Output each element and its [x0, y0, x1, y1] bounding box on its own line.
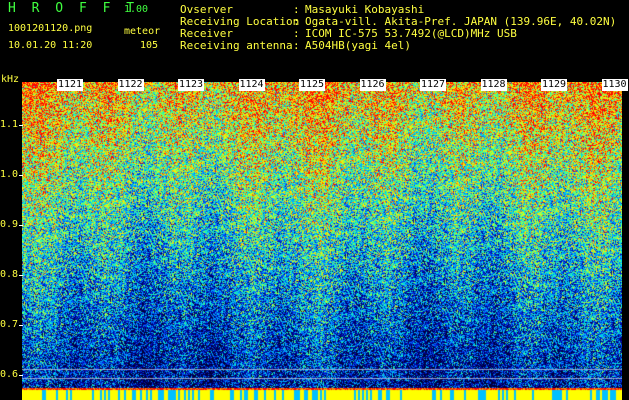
frequency-tick-label: 1.1 [0, 119, 19, 130]
info-value: A504HB(yagi 4el) [305, 39, 411, 52]
info-key: Receiving antenna [180, 39, 293, 52]
minute-label: 1121 [57, 79, 84, 91]
spectrogram-image [22, 82, 622, 400]
minute-label: 1130 [601, 79, 628, 91]
frequency-tick-label: 0.7 [0, 319, 19, 330]
frequency-tick-mark [19, 125, 23, 126]
minute-label: 1128 [480, 79, 507, 91]
minute-label: 1125 [299, 79, 326, 91]
date-time: 10.01.20 11:20 [8, 40, 93, 51]
file-name: 1001201120.png [8, 23, 93, 34]
frequency-tick-label: 0.6 [0, 369, 19, 380]
spectrogram-panel [22, 82, 622, 400]
minute-label: 1123 [178, 79, 205, 91]
frequency-tick-label: 1.0 [0, 169, 19, 180]
frequency-tick-label: 0.9 [0, 219, 19, 230]
frequency-tick-label: 0.8 [0, 269, 19, 280]
minute-label: 1126 [359, 79, 386, 91]
minute-label: 1129 [541, 79, 568, 91]
frequency-tick-mark [19, 175, 23, 176]
frequency-tick-mark [19, 225, 23, 226]
app-version: 1.00 [124, 4, 149, 15]
axis-unit-label: kHz [1, 74, 20, 85]
minute-label: 1124 [238, 79, 265, 91]
frequency-tick-mark [19, 275, 23, 276]
detection-count: 105 [140, 40, 159, 51]
frequency-tick-mark [19, 375, 23, 376]
minute-label: 1122 [117, 79, 144, 91]
detection-mode: meteor [124, 26, 161, 37]
info-row-antenna: Receiving antenna: A504HB(yagi 4el) [180, 39, 411, 52]
minute-label: 1127 [420, 79, 447, 91]
app-title: H R O F F T [8, 1, 139, 16]
frequency-tick-mark [19, 325, 23, 326]
